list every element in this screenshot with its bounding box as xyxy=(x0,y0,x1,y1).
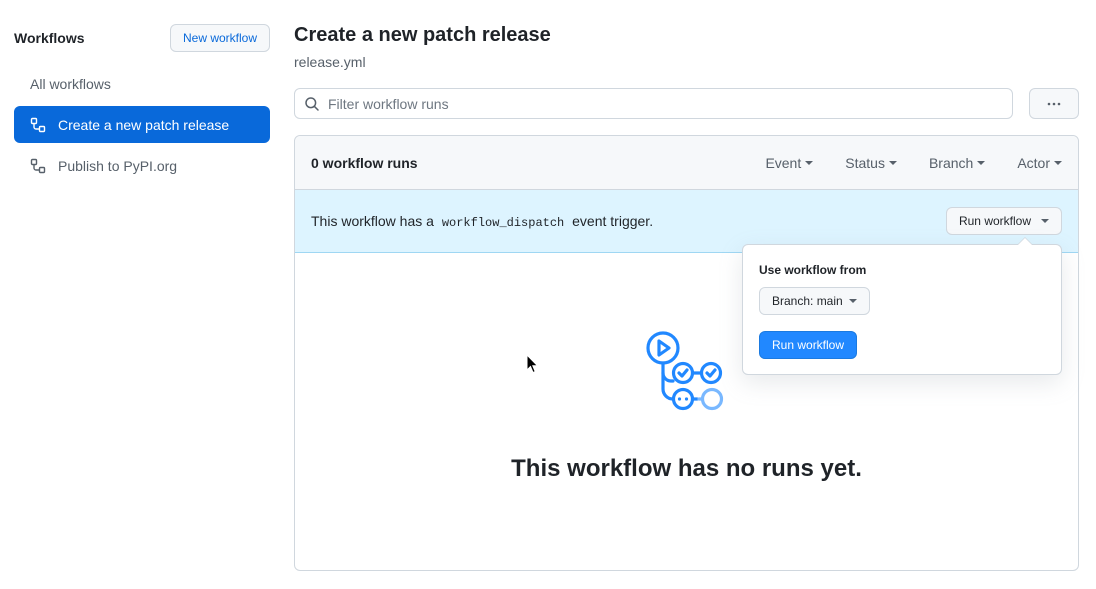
filter-runs-input[interactable] xyxy=(328,95,1012,112)
filter-row xyxy=(294,88,1079,119)
filter-runs-field[interactable] xyxy=(294,88,1013,119)
mouse-cursor-icon xyxy=(526,354,539,374)
status-filter-dropdown[interactable]: Status xyxy=(845,155,897,171)
sidebar-header: Workflows New workflow xyxy=(14,24,270,52)
branch-label: Branch: main xyxy=(772,294,843,308)
workflow-filename-link[interactable]: release.yml xyxy=(294,53,1079,71)
runs-count: 0 workflow runs xyxy=(311,154,418,171)
search-icon xyxy=(305,96,319,111)
dispatch-message: This workflow has a workflow_dispatch ev… xyxy=(311,213,653,230)
workflows-sidebar: Workflows New workflow All workflows Cre… xyxy=(14,24,270,188)
filter-label: Event xyxy=(765,154,802,171)
filter-label: Status xyxy=(845,154,885,171)
runs-header: 0 workflow runs Event Status Branch Acto… xyxy=(295,136,1078,190)
branch-select-button[interactable]: Branch: main xyxy=(759,287,870,315)
use-workflow-from-label: Use workflow from xyxy=(759,263,867,277)
sidebar-item-label: Create a new patch release xyxy=(58,116,230,133)
run-workflow-label: Run workflow xyxy=(958,214,1031,228)
run-workflow-submit-button[interactable]: Run workflow xyxy=(759,331,858,359)
caret-down-icon xyxy=(805,160,814,165)
workflow-icon xyxy=(30,158,46,173)
sidebar-item-create-patch-release[interactable]: Create a new patch release xyxy=(14,106,270,143)
actions-workflow-logo-icon xyxy=(645,331,723,411)
actor-filter-dropdown[interactable]: Actor xyxy=(1017,155,1062,171)
workflow-main: Create a new patch release release.yml 0… xyxy=(294,22,1079,571)
sidebar-item-all-workflows[interactable]: All workflows xyxy=(14,65,270,102)
kebab-horizontal-icon xyxy=(1047,102,1061,105)
sidebar-item-publish-pypi[interactable]: Publish to PyPI.org xyxy=(14,147,270,184)
dispatch-text-after: event trigger. xyxy=(572,212,654,229)
sidebar-item-label: Publish to PyPI.org xyxy=(58,157,178,174)
filter-label: Actor xyxy=(1017,154,1050,171)
sidebar-title: Workflows xyxy=(14,30,85,46)
caret-down-icon xyxy=(848,299,857,303)
caret-down-icon xyxy=(888,160,897,165)
empty-state-title: This workflow has no runs yet. xyxy=(511,455,862,482)
caret-down-icon xyxy=(977,160,986,165)
caret-down-icon xyxy=(1054,160,1062,165)
caret-down-icon xyxy=(1041,219,1049,223)
workflow-icon xyxy=(30,117,46,132)
run-workflow-popover: Use workflow from Branch: main Run workf… xyxy=(742,237,1062,375)
filter-label: Branch xyxy=(928,154,974,171)
dispatch-code: workflow_dispatch xyxy=(441,215,565,230)
new-workflow-button[interactable]: New workflow xyxy=(169,24,270,52)
more-options-button[interactable] xyxy=(1029,88,1079,119)
page-title: Create a new patch release xyxy=(294,24,551,46)
branch-filter-dropdown[interactable]: Branch xyxy=(928,154,986,171)
dispatch-text-before: This workflow has a xyxy=(311,212,434,229)
event-filter-dropdown[interactable]: Event xyxy=(765,154,814,171)
run-workflow-dropdown-button[interactable]: Run workflow xyxy=(945,207,1062,235)
sidebar-item-label: All workflows xyxy=(30,75,111,92)
